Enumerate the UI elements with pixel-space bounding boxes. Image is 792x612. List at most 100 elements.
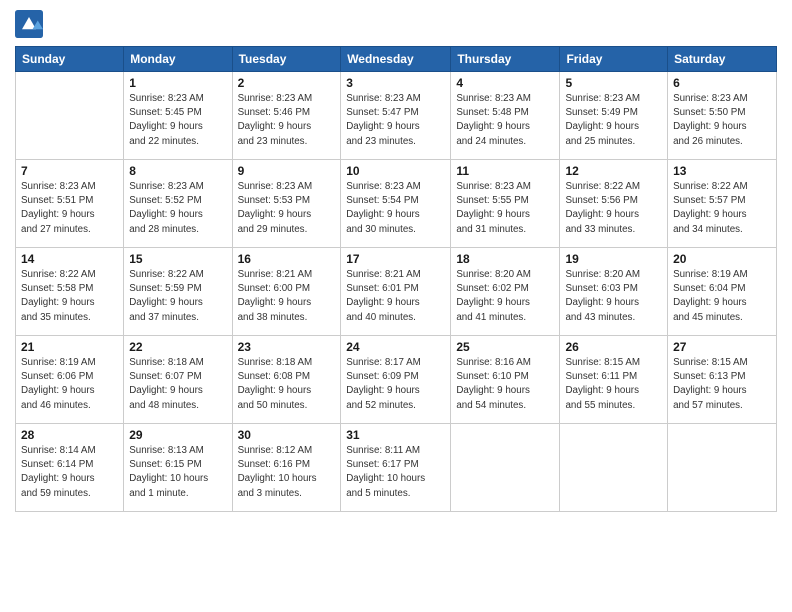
day-number: 16 <box>238 252 336 266</box>
day-info: Sunrise: 8:23 AM Sunset: 5:51 PM Dayligh… <box>21 180 118 237</box>
day-number: 22 <box>129 340 226 354</box>
calendar-week-3: 14 Sunrise: 8:22 AM Sunset: 5:58 PM Dayli… <box>16 248 777 336</box>
calendar-cell: 30 Sunrise: 8:12 AM Sunset: 6:16 PM Dayli… <box>232 424 341 512</box>
day-info: Sunrise: 8:22 AM Sunset: 5:59 PM Dayligh… <box>129 268 226 325</box>
day-info: Sunrise: 8:23 AM Sunset: 5:54 PM Dayligh… <box>346 180 445 237</box>
day-info: Sunrise: 8:17 AM Sunset: 6:09 PM Dayligh… <box>346 356 445 413</box>
calendar-week-5: 28 Sunrise: 8:14 AM Sunset: 6:14 PM Dayli… <box>16 424 777 512</box>
page-header <box>15 10 777 38</box>
day-header-wednesday: Wednesday <box>341 47 451 72</box>
day-info: Sunrise: 8:23 AM Sunset: 5:50 PM Dayligh… <box>673 92 771 149</box>
calendar-cell: 24 Sunrise: 8:17 AM Sunset: 6:09 PM Dayli… <box>341 336 451 424</box>
day-number: 21 <box>21 340 118 354</box>
calendar-cell: 1 Sunrise: 8:23 AM Sunset: 5:45 PM Daylig… <box>124 72 232 160</box>
calendar-cell: 6 Sunrise: 8:23 AM Sunset: 5:50 PM Daylig… <box>668 72 777 160</box>
calendar-cell: 22 Sunrise: 8:18 AM Sunset: 6:07 PM Dayli… <box>124 336 232 424</box>
day-info: Sunrise: 8:19 AM Sunset: 6:06 PM Dayligh… <box>21 356 118 413</box>
day-info: Sunrise: 8:13 AM Sunset: 6:15 PM Dayligh… <box>129 444 226 501</box>
day-info: Sunrise: 8:20 AM Sunset: 6:03 PM Dayligh… <box>565 268 662 325</box>
calendar-cell <box>16 72 124 160</box>
calendar-cell: 27 Sunrise: 8:15 AM Sunset: 6:13 PM Dayli… <box>668 336 777 424</box>
day-number: 27 <box>673 340 771 354</box>
day-number: 17 <box>346 252 445 266</box>
day-info: Sunrise: 8:15 AM Sunset: 6:11 PM Dayligh… <box>565 356 662 413</box>
calendar-cell: 8Sunrise: 8:23 AM Sunset: 5:52 PM Daylig… <box>124 160 232 248</box>
calendar-cell: 14 Sunrise: 8:22 AM Sunset: 5:58 PM Dayli… <box>16 248 124 336</box>
day-number: 24 <box>346 340 445 354</box>
day-number: 20 <box>673 252 771 266</box>
day-info: Sunrise: 8:12 AM Sunset: 6:16 PM Dayligh… <box>238 444 336 501</box>
calendar-cell: 23 Sunrise: 8:18 AM Sunset: 6:08 PM Dayli… <box>232 336 341 424</box>
calendar-cell: 15 Sunrise: 8:22 AM Sunset: 5:59 PM Dayli… <box>124 248 232 336</box>
calendar-cell: 20 Sunrise: 8:19 AM Sunset: 6:04 PM Dayli… <box>668 248 777 336</box>
day-number: 31 <box>346 428 445 442</box>
calendar-cell <box>668 424 777 512</box>
calendar-cell: 17 Sunrise: 8:21 AM Sunset: 6:01 PM Dayli… <box>341 248 451 336</box>
calendar-cell <box>451 424 560 512</box>
calendar-cell: 16 Sunrise: 8:21 AM Sunset: 6:00 PM Dayli… <box>232 248 341 336</box>
day-header-monday: Monday <box>124 47 232 72</box>
day-number: 23 <box>238 340 336 354</box>
day-info: Sunrise: 8:23 AM Sunset: 5:55 PM Dayligh… <box>456 180 554 237</box>
day-number: 5 <box>565 76 662 90</box>
day-number: 14 <box>21 252 118 266</box>
day-number: 13 <box>673 164 771 178</box>
day-number: 2 <box>238 76 336 90</box>
logo-icon <box>15 10 43 38</box>
calendar-header-row: SundayMondayTuesdayWednesdayThursdayFrid… <box>16 47 777 72</box>
day-number: 10 <box>346 164 445 178</box>
day-info: Sunrise: 8:22 AM Sunset: 5:56 PM Dayligh… <box>565 180 662 237</box>
calendar-cell: 9Sunrise: 8:23 AM Sunset: 5:53 PM Daylig… <box>232 160 341 248</box>
calendar-cell: 21 Sunrise: 8:19 AM Sunset: 6:06 PM Dayli… <box>16 336 124 424</box>
day-info: Sunrise: 8:16 AM Sunset: 6:10 PM Dayligh… <box>456 356 554 413</box>
calendar-cell: 28 Sunrise: 8:14 AM Sunset: 6:14 PM Dayli… <box>16 424 124 512</box>
calendar-cell: 12 Sunrise: 8:22 AM Sunset: 5:56 PM Dayli… <box>560 160 668 248</box>
calendar-cell: 19 Sunrise: 8:20 AM Sunset: 6:03 PM Dayli… <box>560 248 668 336</box>
day-number: 28 <box>21 428 118 442</box>
day-info: Sunrise: 8:23 AM Sunset: 5:45 PM Dayligh… <box>129 92 226 149</box>
day-number: 26 <box>565 340 662 354</box>
day-number: 15 <box>129 252 226 266</box>
day-number: 3 <box>346 76 445 90</box>
logo <box>15 10 47 38</box>
day-info: Sunrise: 8:23 AM Sunset: 5:53 PM Dayligh… <box>238 180 336 237</box>
day-info: Sunrise: 8:18 AM Sunset: 6:08 PM Dayligh… <box>238 356 336 413</box>
calendar-cell <box>560 424 668 512</box>
day-number: 6 <box>673 76 771 90</box>
calendar-cell: 31Sunrise: 8:11 AM Sunset: 6:17 PM Dayli… <box>341 424 451 512</box>
day-info: Sunrise: 8:22 AM Sunset: 5:58 PM Dayligh… <box>21 268 118 325</box>
day-info: Sunrise: 8:22 AM Sunset: 5:57 PM Dayligh… <box>673 180 771 237</box>
calendar-week-4: 21 Sunrise: 8:19 AM Sunset: 6:06 PM Dayli… <box>16 336 777 424</box>
day-number: 30 <box>238 428 336 442</box>
day-number: 25 <box>456 340 554 354</box>
day-number: 18 <box>456 252 554 266</box>
day-number: 8 <box>129 164 226 178</box>
day-number: 19 <box>565 252 662 266</box>
day-info: Sunrise: 8:18 AM Sunset: 6:07 PM Dayligh… <box>129 356 226 413</box>
calendar-cell: 18 Sunrise: 8:20 AM Sunset: 6:02 PM Dayli… <box>451 248 560 336</box>
day-number: 4 <box>456 76 554 90</box>
day-number: 12 <box>565 164 662 178</box>
day-info: Sunrise: 8:21 AM Sunset: 6:00 PM Dayligh… <box>238 268 336 325</box>
day-info: Sunrise: 8:15 AM Sunset: 6:13 PM Dayligh… <box>673 356 771 413</box>
day-number: 7 <box>21 164 118 178</box>
day-header-friday: Friday <box>560 47 668 72</box>
calendar-cell: 25 Sunrise: 8:16 AM Sunset: 6:10 PM Dayli… <box>451 336 560 424</box>
calendar-cell: 11Sunrise: 8:23 AM Sunset: 5:55 PM Dayli… <box>451 160 560 248</box>
day-info: Sunrise: 8:21 AM Sunset: 6:01 PM Dayligh… <box>346 268 445 325</box>
day-info: Sunrise: 8:19 AM Sunset: 6:04 PM Dayligh… <box>673 268 771 325</box>
day-number: 29 <box>129 428 226 442</box>
calendar-table: SundayMondayTuesdayWednesdayThursdayFrid… <box>15 46 777 512</box>
day-info: Sunrise: 8:23 AM Sunset: 5:49 PM Dayligh… <box>565 92 662 149</box>
day-info: Sunrise: 8:23 AM Sunset: 5:46 PM Dayligh… <box>238 92 336 149</box>
day-info: Sunrise: 8:23 AM Sunset: 5:48 PM Dayligh… <box>456 92 554 149</box>
calendar-cell: 2 Sunrise: 8:23 AM Sunset: 5:46 PM Daylig… <box>232 72 341 160</box>
calendar-cell: 5 Sunrise: 8:23 AM Sunset: 5:49 PM Daylig… <box>560 72 668 160</box>
day-header-sunday: Sunday <box>16 47 124 72</box>
calendar-cell: 26 Sunrise: 8:15 AM Sunset: 6:11 PM Dayli… <box>560 336 668 424</box>
day-info: Sunrise: 8:20 AM Sunset: 6:02 PM Dayligh… <box>456 268 554 325</box>
day-header-tuesday: Tuesday <box>232 47 341 72</box>
day-info: Sunrise: 8:14 AM Sunset: 6:14 PM Dayligh… <box>21 444 118 501</box>
day-number: 1 <box>129 76 226 90</box>
calendar-cell: 7 Sunrise: 8:23 AM Sunset: 5:51 PM Daylig… <box>16 160 124 248</box>
